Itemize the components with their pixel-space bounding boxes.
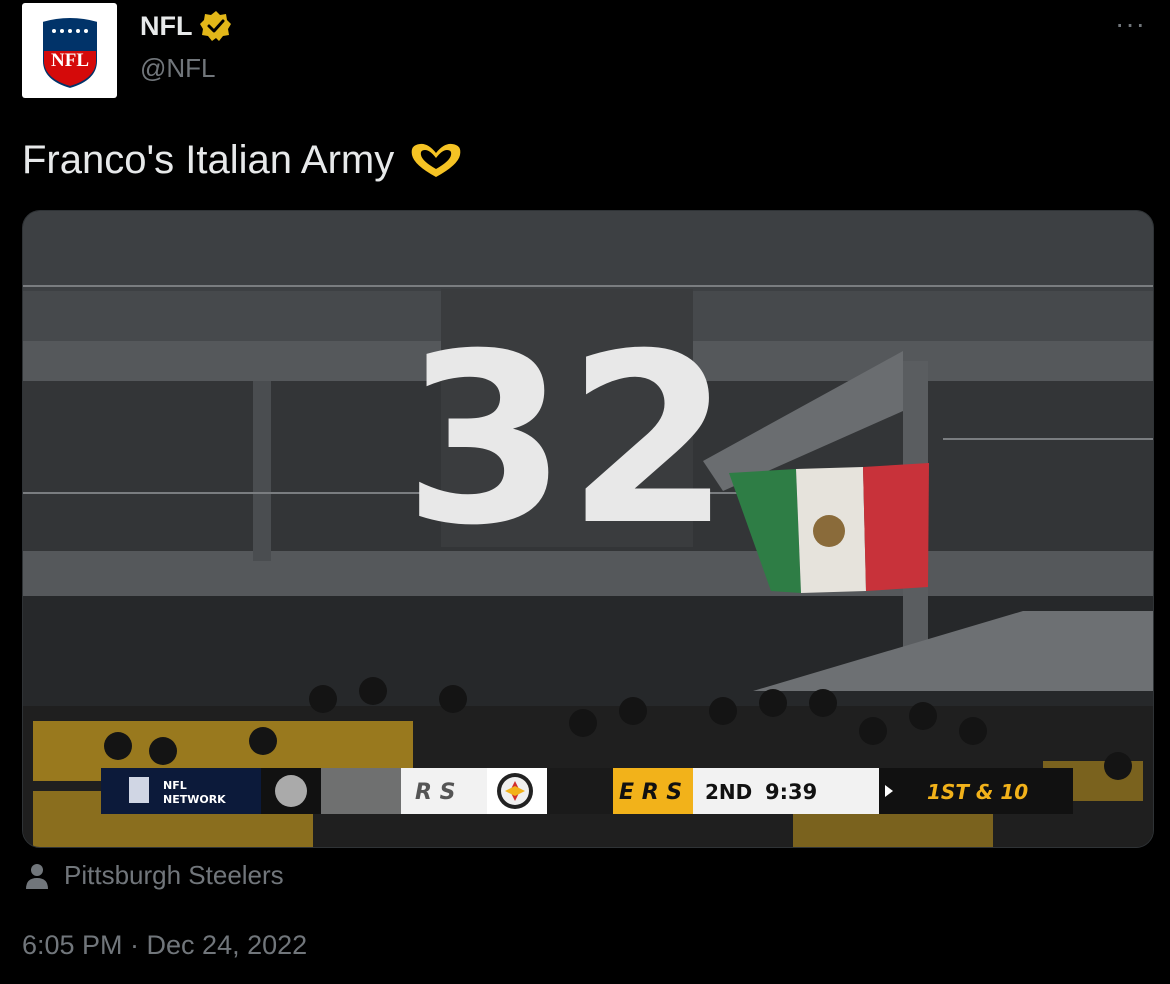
network-line1: NFL [163, 779, 187, 792]
tweet-text-content: Franco's Italian Army [22, 138, 395, 182]
person-icon [26, 863, 48, 889]
network-line2: NETWORK [163, 793, 226, 806]
quarter-label: 2ND [705, 780, 752, 804]
down-distance: 1ST & 10 [927, 780, 1028, 804]
nfl-shield-logo: NFL [40, 15, 99, 90]
tweet-text: Franco's Italian Army [22, 138, 464, 183]
author-name[interactable]: NFL [140, 11, 192, 42]
nfl-logo-text: NFL [51, 50, 89, 71]
tagged-account[interactable]: Pittsburgh Steelers [24, 860, 284, 891]
away-abbrev: R S [415, 780, 455, 805]
raiders-logo-icon [275, 775, 307, 807]
avatar[interactable]: NFL [22, 3, 117, 98]
home-abbrev: E R S [619, 780, 682, 805]
tweet-media-photo[interactable]: 32 NFL NETWORK R S E R S 2ND 9:39 1ST & … [22, 210, 1154, 848]
stadium-photo: 32 NFL NETWORK R S E R S 2ND 9:39 1ST & … [23, 211, 1153, 847]
more-options-icon[interactable]: ··· [1115, 8, 1146, 40]
game-clock: 9:39 [765, 780, 817, 804]
retired-number: 32 [403, 304, 730, 577]
author-handle[interactable]: @NFL [140, 53, 216, 84]
scorebug: NFL NETWORK R S E R S 2ND 9:39 1ST & 10 [101, 768, 1073, 814]
heart-hands-emoji-icon [411, 143, 461, 177]
tagged-account-name[interactable]: Pittsburgh Steelers [64, 860, 284, 891]
verified-badge-icon [200, 11, 232, 41]
tweet-timestamp[interactable]: 6:05 PM · Dec 24, 2022 [22, 930, 307, 961]
author-name-row[interactable]: NFL [140, 10, 232, 42]
